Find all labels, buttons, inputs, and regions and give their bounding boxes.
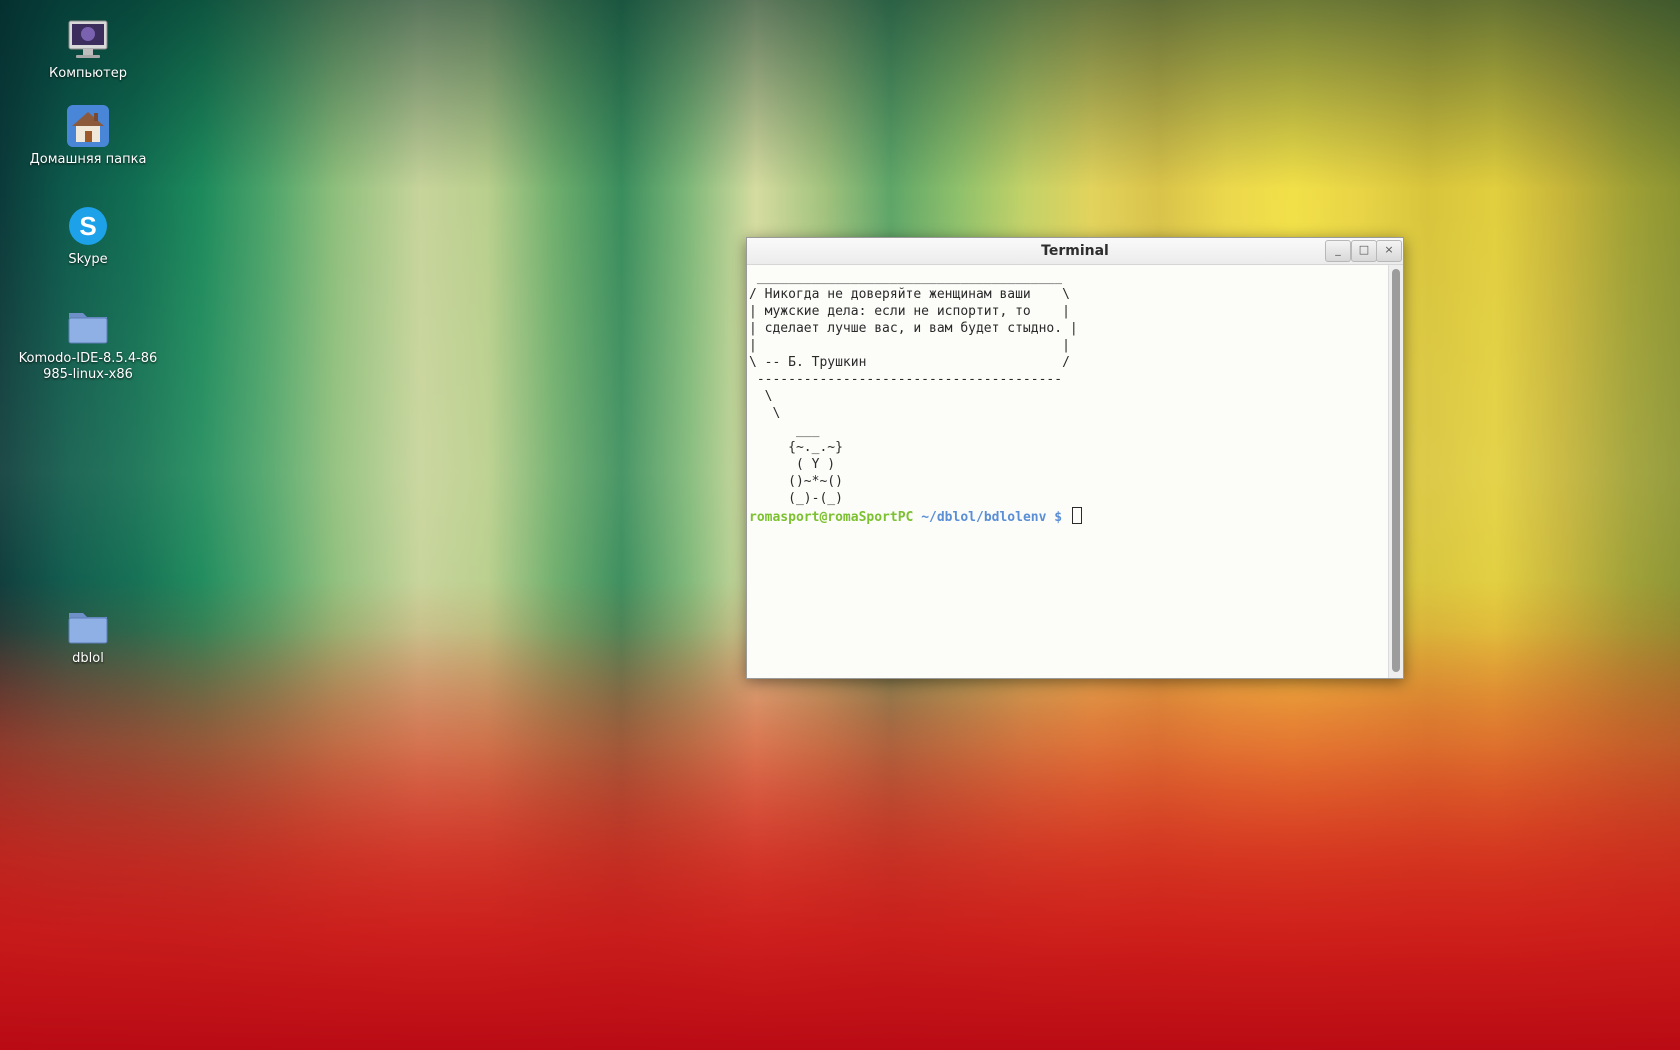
folder-icon bbox=[68, 313, 108, 344]
maximize-button[interactable]: □ bbox=[1351, 240, 1377, 262]
desktop-icon-home-folder[interactable]: Домашняя папка bbox=[18, 104, 158, 168]
desktop: Компьютер Домашняя папка S Skype Komodo-… bbox=[0, 0, 1680, 1050]
window-titlebar[interactable]: Terminal _ □ × bbox=[747, 238, 1403, 265]
prompt-path: ~/dblol/bdlolenv bbox=[913, 510, 1047, 525]
computer-icon bbox=[68, 20, 108, 58]
vertical-scrollbar[interactable] bbox=[1388, 265, 1403, 678]
terminal-output: _______________________________________ … bbox=[749, 270, 1078, 506]
desktop-icon-label: dblol bbox=[72, 651, 104, 666]
skype-icon: S bbox=[69, 207, 107, 245]
minimize-button[interactable]: _ bbox=[1325, 240, 1351, 262]
text-cursor bbox=[1071, 507, 1082, 524]
desktop-icon-label: Skype bbox=[68, 252, 108, 267]
prompt-symbol: $ bbox=[1046, 510, 1070, 525]
close-button[interactable]: × bbox=[1376, 240, 1402, 262]
home-folder-icon bbox=[67, 105, 109, 147]
desktop-icon-skype[interactable]: S Skype bbox=[18, 204, 158, 268]
window-title: Terminal bbox=[1041, 243, 1109, 259]
desktop-icon-label: Компьютер bbox=[49, 66, 127, 81]
prompt-user-host: romasport@romaSportPC bbox=[749, 510, 914, 525]
desktop-icon-computer[interactable]: Компьютер bbox=[18, 18, 158, 82]
terminal-window[interactable]: Terminal _ □ × _________________________… bbox=[746, 237, 1404, 679]
terminal-prompt[interactable]: romasport@romaSportPC ~/dblol/bdlolenv $ bbox=[747, 507, 1389, 526]
terminal-content[interactable]: _______________________________________ … bbox=[747, 265, 1389, 678]
folder-icon bbox=[68, 613, 108, 644]
desktop-icon-label: Домашняя папка bbox=[29, 152, 147, 167]
desktop-icon-dblol-folder[interactable]: dblol bbox=[18, 603, 158, 667]
desktop-icon-label: Komodo-IDE-8.5.4-86985-linux-x86 bbox=[18, 351, 158, 382]
svg-text:S: S bbox=[79, 211, 96, 241]
desktop-icon-komodo-folder[interactable]: Komodo-IDE-8.5.4-86985-linux-x86 bbox=[18, 303, 158, 383]
scrollbar-thumb[interactable] bbox=[1392, 269, 1400, 672]
